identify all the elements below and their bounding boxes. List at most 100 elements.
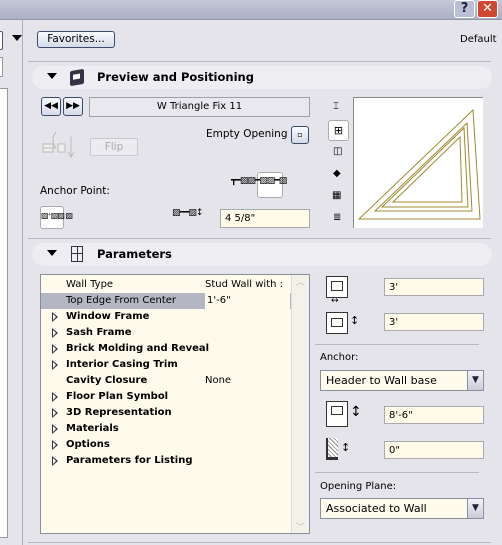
collapse-triangle-icon [47,250,57,256]
expand-triangle-icon[interactable] [52,424,58,434]
sill-icon [326,438,338,460]
parameter-row[interactable]: Wall Type Stud Wall with : [41,277,291,293]
left-pane-button[interactable] [0,31,3,50]
collapse-arrow-icon[interactable] [12,35,22,41]
parameter-row[interactable]: Window Frame [41,309,291,325]
parameter-row[interactable]: Parameters for Listing [41,453,291,469]
section-title: Parameters [97,247,172,261]
expand-triangle-icon[interactable] [52,312,58,322]
chevron-down-icon[interactable]: ▼ [467,499,483,518]
parameters-icon [71,246,83,262]
wall-position-icons[interactable]: ┳━▨▨━▨▨━▨ [231,176,287,186]
sill-arrow-icon: ↕ [341,441,351,454]
parameter-name: Floor Plan Symbol [66,391,169,402]
expand-triangle-icon[interactable] [52,344,58,354]
elevation-view-icon[interactable]: ⊞ [328,120,349,141]
outer-frame [357,108,481,220]
scroll-down-icon[interactable]: ﹀ [292,520,309,533]
offset-field[interactable]: 4 5/8" [220,209,310,228]
divider [315,344,479,345]
section-view-icon[interactable]: ▦ [332,190,341,201]
empty-opening-button[interactable]: ▫ [291,126,309,144]
window-object-icon [70,68,84,87]
parameter-name: Window Frame [66,311,150,322]
parameter-name: Parameters for Listing [66,455,193,466]
opening-plane-label: Opening Plane: [320,481,397,492]
expand-triangle-icon[interactable] [52,392,58,402]
parameters-section-header[interactable]: Parameters [32,243,492,266]
scroll-up-icon[interactable]: ︿ [292,275,309,288]
opening-plane-select[interactable]: Associated to Wall ▼ [320,498,484,519]
plan-view-icon[interactable]: ⌶ [333,101,339,112]
height-field[interactable]: 3' [384,313,484,331]
expand-triangle-icon[interactable] [52,440,58,450]
parameter-name: Cavity Closure [66,375,148,386]
close-button[interactable]: ✕ [477,0,498,18]
parameter-row[interactable]: Sash Frame [41,325,291,341]
help-button[interactable]: ? [454,0,475,18]
anchor-select-value: Header to Wall base [326,374,437,387]
parameter-name: Interior Casing Trim [66,359,178,370]
parameter-row[interactable]: Cavity Closure None [41,373,291,389]
object-name-field: W Triangle Fix 11 [89,97,310,117]
parameter-name: Materials [66,423,119,434]
width-field[interactable]: 3' [384,278,484,296]
anchor-point-label: Anchor Point: [40,185,110,197]
parameter-row[interactable]: Materials [41,421,291,437]
chevron-down-icon[interactable]: ▼ [467,371,483,390]
parameters-list[interactable]: Wall Type Stud Wall with : Top Edge From C… [40,274,310,534]
section-title: Preview and Positioning [97,70,254,84]
parameter-row[interactable]: Interior Casing Trim [41,357,291,373]
previous-button[interactable]: ◀◀ [41,97,61,116]
parameter-name: Brick Molding and Reveal [66,343,210,354]
header-height-field[interactable]: 8'-6" [384,406,484,424]
parameter-value: Stud Wall with : [205,279,284,290]
parameter-value[interactable]: 1'-6" [205,293,290,309]
opening-plane-value: Associated to Wall [326,502,427,515]
expand-triangle-icon[interactable] [52,456,58,466]
left-pane-list[interactable] [0,88,8,538]
header-height-icon [326,401,348,427]
left-pane-field[interactable] [0,57,3,77]
divider [28,238,491,239]
header-height-arrow-icon: ↕ [350,404,362,420]
sill-offset-field[interactable]: 0" [384,441,484,459]
parameter-row[interactable]: Brick Molding and Reveal [41,341,291,357]
parameter-name: Wall Type [66,279,114,290]
expand-triangle-icon[interactable] [52,408,58,418]
parameter-name: Top Edge From Center [66,295,177,306]
parameter-name: Sash Frame [66,327,132,338]
parameter-name: 3D Representation [66,407,172,418]
width-arrow-icon: ↔ [331,296,339,306]
scrollbar[interactable]: ︿ ﹀ [291,275,309,533]
height-icon [326,312,348,334]
list-view-icon[interactable]: ≣ [333,212,341,223]
expand-triangle-icon[interactable] [52,360,58,370]
anchor-select[interactable]: Header to Wall base ▼ [320,370,484,391]
next-button[interactable]: ▶▶ [63,97,83,116]
door-swing-icon [42,131,75,158]
preview-section-header[interactable]: Preview and Positioning [32,66,492,89]
width-icon [326,276,348,298]
parameter-row[interactable]: Floor Plan Symbol [41,389,291,405]
expand-triangle-icon[interactable] [52,328,58,338]
collapse-triangle-icon [47,73,57,79]
divider [28,542,491,543]
parameter-row[interactable]: Top Edge From Center 1'-6" [41,293,291,309]
3d-view-icon[interactable]: ◆ [333,168,341,179]
reveal-offset-icon: ▨━━▨↕ [172,208,203,218]
height-arrow-icon: ↕ [350,314,360,327]
parameter-name: Options [66,439,110,450]
flip-button[interactable]: Flip [90,138,138,156]
default-label: Default [460,34,497,45]
parameter-row[interactable]: Options [41,437,291,453]
anchor-wall-icon: ▨⁺▨▨ ▨ [41,211,73,220]
title-bar [0,0,502,20]
preview-canvas [353,97,483,228]
divider [315,472,479,473]
empty-opening-label: Empty Opening [206,128,288,140]
divider [28,61,491,62]
parameter-row[interactable]: 3D Representation [41,405,291,421]
favorites-button[interactable]: Favorites... [37,31,115,48]
side-view-icon[interactable]: ◫ [333,146,342,157]
